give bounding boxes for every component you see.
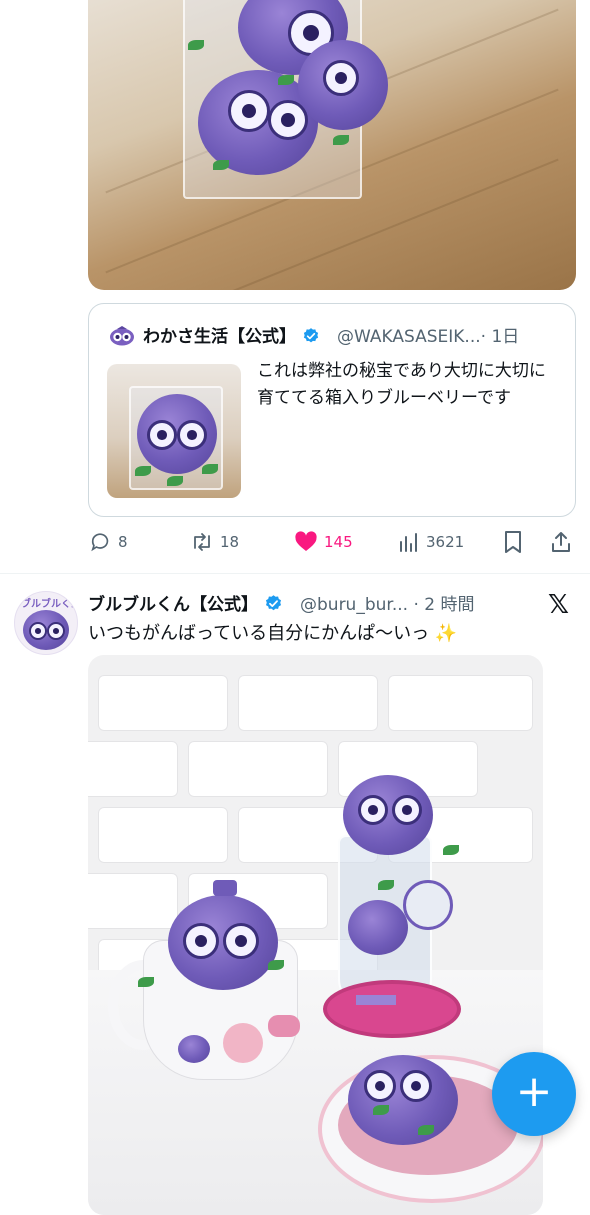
retweet-icon	[194, 533, 210, 551]
retweet-count: 18	[220, 533, 240, 551]
like-count: 145	[324, 533, 353, 551]
tweet-divider	[0, 573, 590, 574]
tweet-photo[interactable]	[88, 655, 543, 1215]
quoted-tweet-text: これは弊社の秘宝であり大切に大切に育ててる箱入りブルーベリーです	[257, 361, 546, 408]
reply-count: 8	[118, 533, 128, 551]
view-count: 3621	[426, 533, 465, 551]
author-name[interactable]: ブルブルくん【公式】	[88, 590, 283, 615]
bookmark-button[interactable]	[502, 530, 530, 554]
previous-tweet-photo[interactable]	[88, 0, 576, 290]
compose-button[interactable]: +	[492, 1052, 576, 1136]
share-button[interactable]	[550, 530, 578, 554]
plus-icon: +	[515, 1066, 553, 1117]
like-button[interactable]: 145	[294, 530, 353, 554]
quoted-timestamp[interactable]: · 1日	[481, 327, 520, 347]
views-button[interactable]: 3621	[398, 530, 464, 554]
quoted-handle[interactable]: @WAKASASEIK...	[337, 327, 481, 347]
quoted-author-avatar[interactable]	[109, 326, 135, 346]
retweet-button[interactable]: 18	[190, 530, 239, 554]
bookmark-icon	[505, 531, 521, 553]
author-avatar[interactable]: ブルブルくん	[14, 591, 78, 655]
reply-icon	[91, 533, 109, 552]
avatar-logo-text: ブルブルくん	[21, 599, 78, 610]
author-handle-time[interactable]: @buru_bur... · 2 時間	[300, 590, 474, 615]
share-icon	[552, 532, 570, 552]
tweet-text: いつもがんばっている自分にかんぱ〜いっ ✨	[88, 623, 458, 644]
quoted-author-name[interactable]: わかさ生活【公式】	[143, 322, 320, 347]
verified-badge-icon	[265, 595, 281, 611]
analytics-icon	[400, 533, 417, 552]
quoted-handle-time: @WAKASASEIK...· 1日	[337, 322, 567, 347]
author-name-text: ブルブルくん【公式】	[88, 595, 258, 615]
reply-button[interactable]: 8	[90, 530, 128, 554]
quoted-author-name-text: わかさ生活【公式】	[143, 327, 296, 347]
quoted-thumbnail[interactable]	[107, 364, 241, 498]
heart-icon	[295, 531, 317, 551]
verified-badge-icon	[303, 328, 319, 343]
quoted-tweet-card[interactable]: わかさ生活【公式】 @WAKASASEIK...· 1日 これは弊社の秘宝であり…	[88, 303, 576, 517]
x-logo-icon: 𝕏	[548, 590, 569, 620]
